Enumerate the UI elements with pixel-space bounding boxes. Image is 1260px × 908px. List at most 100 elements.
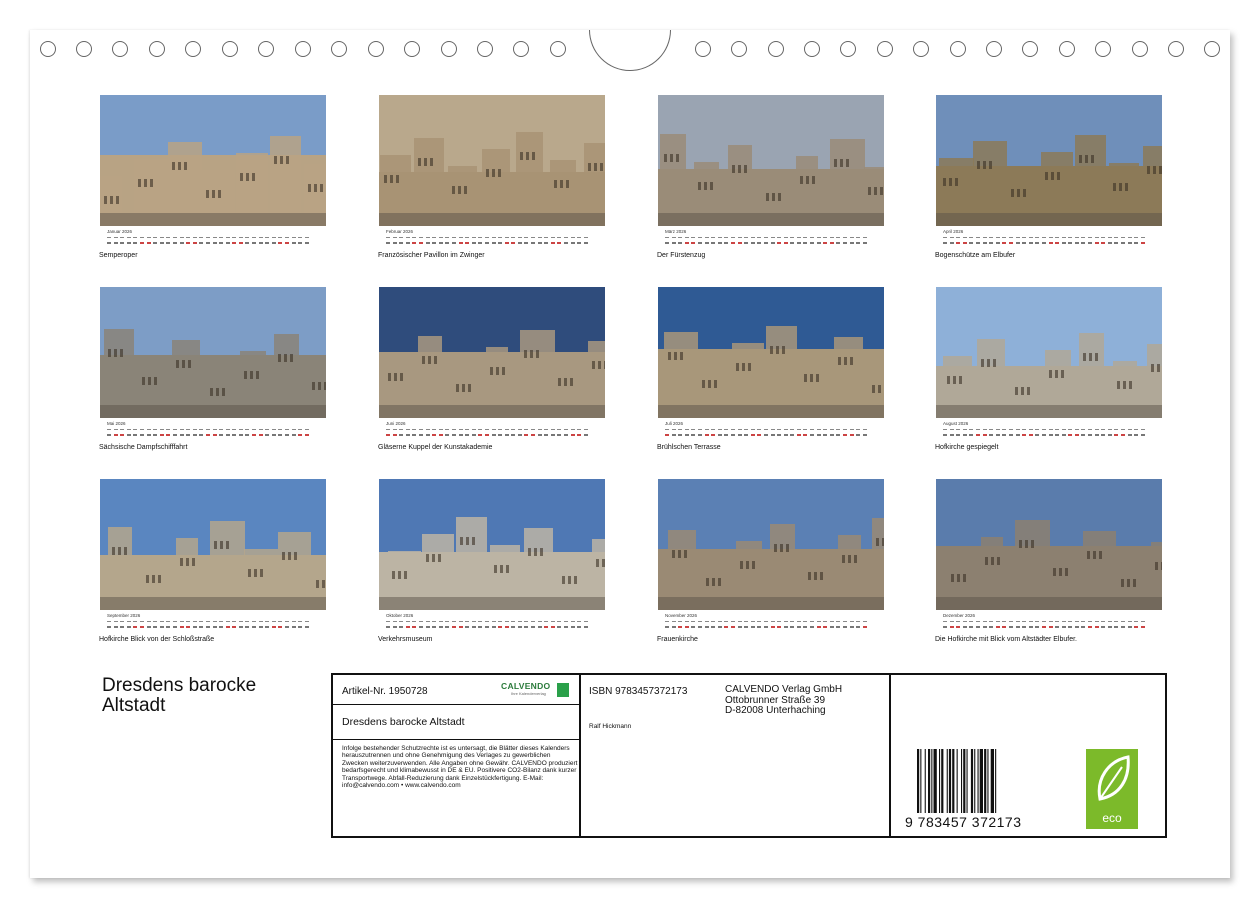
day-number-row (665, 242, 884, 246)
day-number-row (386, 626, 605, 630)
month-block: Oktober 2026 Verkehrsmuseum (378, 479, 605, 643)
month-block: November 2026 Frauenkirche (657, 479, 884, 643)
binding-hole (149, 41, 165, 57)
barcode-icon (917, 749, 997, 813)
month-block: September 2026 Hofkirche Blick von der Sc… (99, 479, 326, 643)
photo-caption: Gläserne Kuppel der Kunstakademie (378, 444, 493, 451)
weekday-row (386, 620, 605, 625)
weekday-row (107, 620, 326, 625)
binding-hole (768, 41, 784, 57)
binding-hole (40, 41, 56, 57)
calendar-title: Dresdens barocke Altstadt (102, 676, 256, 716)
binding-hole (550, 41, 566, 57)
calvendo-logo: CALVENDO Ihre Kalenderverlag (501, 681, 569, 699)
month-photo (936, 479, 1162, 610)
eco-logo-icon: eco (1086, 749, 1138, 829)
legal-notice: Infolge bestehender Schutzrechte ist es … (342, 745, 578, 790)
binding-hole (950, 41, 966, 57)
info-column-article: Artikel-Nr. 1950728 CALVENDO Ihre Kalend… (333, 675, 581, 836)
binding-hole (1204, 41, 1220, 57)
binding-hole (404, 41, 420, 57)
month-block: Januar 2026 Semperoper (99, 95, 326, 259)
publisher-city: D-82008 Unterhaching (725, 705, 826, 716)
barcode-number: 9 783457 372173 (905, 814, 1022, 830)
isbn: ISBN 9783457372173 (589, 686, 688, 697)
photo-caption: Brühlschen Terrasse (657, 444, 721, 451)
binding-hole (1022, 41, 1038, 57)
weekday-row (386, 428, 605, 433)
photo-caption: Der Fürstenzug (657, 252, 706, 259)
photo-caption: Sächsische Dampfschifffahrt (99, 444, 188, 451)
month-photo (936, 95, 1162, 226)
weekday-row (107, 428, 326, 433)
month-block: August 2026 Hofkirche gespiegelt (935, 287, 1162, 451)
month-photo (658, 479, 884, 610)
month-photo (658, 95, 884, 226)
month-block: Dezember 2026 Die Hofkirche mit Blick vom… (935, 479, 1162, 643)
month-name: August 2026 (943, 421, 969, 426)
weekday-row (943, 428, 1162, 433)
binding-hole (804, 41, 820, 57)
month-photo (100, 95, 326, 226)
month-block: März 2026 Der Fürstenzug (657, 95, 884, 259)
day-number-row (107, 626, 326, 630)
binding-hole (695, 41, 711, 57)
month-block: Juli 2026 Brühlschen Terrasse (657, 287, 884, 451)
month-photo (936, 287, 1162, 418)
binding-hole (441, 41, 457, 57)
calendar-title-line2: Altstadt (102, 695, 166, 716)
month-photo (379, 479, 605, 610)
weekday-row (665, 428, 884, 433)
weekday-row (386, 236, 605, 241)
binding-hole (840, 41, 856, 57)
binding-hole (477, 41, 493, 57)
photo-caption: Frauenkirche (657, 636, 698, 643)
photo-caption: Verkehrsmuseum (378, 636, 433, 643)
month-block: Mai 2026 Sächsische Dampfschifffahrt (99, 287, 326, 451)
photo-caption: Französischer Pavillon im Zwinger (378, 252, 485, 259)
month-name: Dezember 2026 (943, 613, 976, 618)
day-number-row (107, 434, 326, 438)
binding-hole (331, 41, 347, 57)
binding-hole (368, 41, 384, 57)
month-name: September 2026 (107, 613, 141, 618)
photo-caption: Hofkirche Blick von der Schloßstraße (99, 636, 215, 643)
weekday-row (107, 236, 326, 241)
month-block: Juni 2026 Gläserne Kuppel der Kunstakadem… (378, 287, 605, 451)
article-number: Artikel-Nr. 1950728 (342, 686, 428, 697)
binding-hole (112, 41, 128, 57)
day-number-row (943, 434, 1162, 438)
day-number-row (386, 242, 605, 246)
binding-hole (877, 41, 893, 57)
weekday-row (665, 620, 884, 625)
photo-caption: Die Hofkirche mit Blick vom Altstädter E… (935, 636, 1077, 643)
binding-hole (222, 41, 238, 57)
weekday-row (943, 236, 1162, 241)
day-number-row (665, 434, 884, 438)
binding-hole (76, 41, 92, 57)
binding-hole (913, 41, 929, 57)
binding-hole (258, 41, 274, 57)
month-name: Juni 2026 (386, 421, 406, 426)
binding-hole (986, 41, 1002, 57)
publisher-address: CALVENDO Verlag GmbH Ottobrunner Straße … (725, 684, 842, 717)
calendar-subtitle: Dresdens barocke Altstadt (342, 716, 465, 728)
day-number-row (386, 434, 605, 438)
month-photo (100, 479, 326, 610)
month-name: November 2026 (665, 613, 698, 618)
month-name: Juli 2026 (665, 421, 684, 426)
photo-caption: Semperoper (99, 252, 138, 259)
day-number-row (107, 242, 326, 246)
month-photo (379, 95, 605, 226)
binding-hole (185, 41, 201, 57)
binding-hole (1059, 41, 1075, 57)
eco-label: eco (1102, 811, 1122, 825)
binding-hole (731, 41, 747, 57)
month-block: Februar 2026 Französischer Pavillon im Zw… (378, 95, 605, 259)
binding-hole (1095, 41, 1111, 57)
binding-hole (1132, 41, 1148, 57)
month-name: Januar 2026 (107, 229, 133, 234)
month-photo (379, 287, 605, 418)
calvendo-badge-icon (557, 683, 569, 697)
month-photo (100, 287, 326, 418)
